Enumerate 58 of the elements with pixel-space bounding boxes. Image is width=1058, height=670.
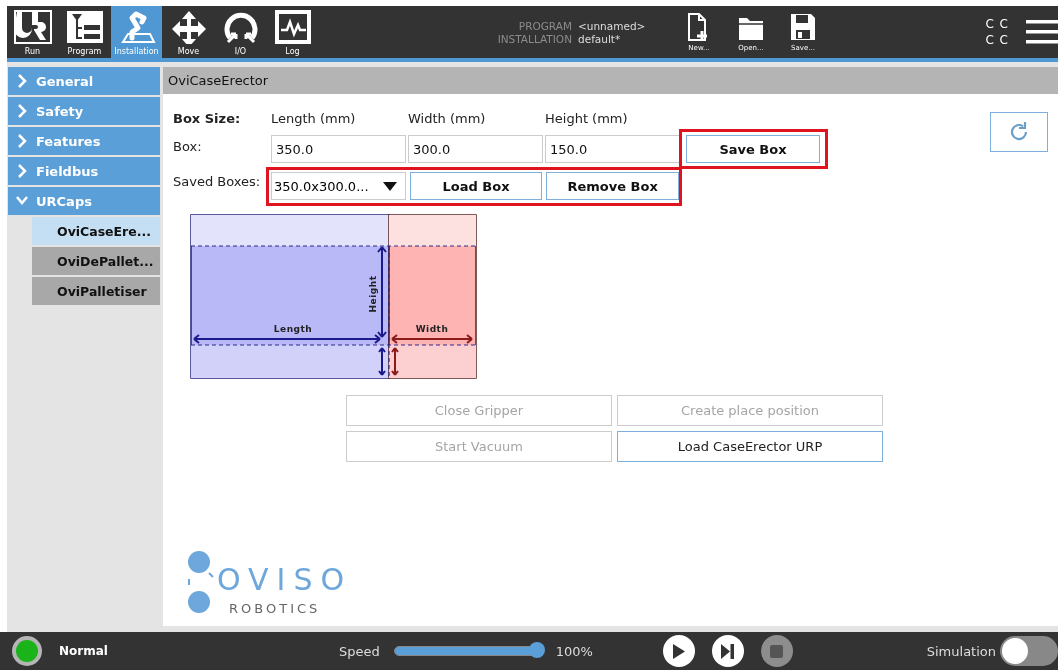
program-label: PROGRAM (517, 19, 572, 32)
panel-title: OviCaseErector (163, 67, 1058, 94)
width-label: Width (415, 324, 449, 334)
step-forward-icon (721, 643, 735, 659)
input-field[interactable]: 150.0 (545, 135, 680, 163)
status-glyph: C C (985, 34, 1008, 46)
ur-logo-icon (13, 10, 52, 44)
sidebar-subitem[interactable]: OviCaseEre... (32, 217, 160, 245)
logo-wordmark: OVISO (217, 565, 353, 595)
status-glyph: C C (985, 18, 1008, 30)
form-label: Saved Boxes: (173, 173, 262, 191)
length-label: Length (273, 324, 313, 334)
toolbar-tab[interactable]: Move (163, 6, 214, 58)
toolbar-tab[interactable]: I/O (215, 6, 266, 58)
simulation-label: Simulation (926, 643, 996, 659)
toolbar-tab[interactable]: Log (267, 6, 318, 58)
circular-arrows-icon (221, 10, 260, 44)
stop-icon (770, 644, 784, 658)
input-field[interactable]: 300.0 (408, 135, 543, 163)
chevron-right-icon (16, 134, 28, 148)
installation-label: INSTALLATION (496, 32, 572, 45)
load-box-button[interactable]: Load Box (409, 172, 543, 200)
form-label: Box: (173, 139, 203, 156)
sidebar-subitem[interactable]: OviPalletiser (32, 277, 160, 305)
save-box-button[interactable]: Save Box (686, 135, 820, 163)
waveform-icon (273, 10, 312, 44)
remove-box-button[interactable]: Remove Box (546, 172, 679, 200)
program-tree-icon (65, 10, 104, 44)
speed-reading: 100% (555, 643, 593, 659)
installation-name: default* (578, 32, 621, 45)
form-label: Box Size: (173, 111, 242, 128)
status-text: Normal (59, 644, 109, 658)
menu-icon (1026, 19, 1058, 45)
chevron-right-icon (16, 104, 28, 118)
column-header: Length (mm) (271, 111, 357, 128)
logo-mark-icon (185, 551, 215, 613)
playback-button[interactable] (662, 635, 695, 667)
logo-tagline: ROBOTICS (229, 601, 322, 616)
column-header: Height (mm) (545, 111, 629, 128)
input-field[interactable]: 350.0 (271, 135, 406, 163)
speed-label: Speed (339, 643, 380, 659)
refresh-icon (1008, 121, 1030, 143)
action-button[interactable]: Load CaseErector URP (617, 431, 883, 462)
play-icon (672, 643, 685, 659)
height-label: Height (368, 275, 378, 313)
column-header: Width (mm) (408, 111, 487, 128)
toolbar-tab[interactable]: Run (7, 6, 58, 58)
chevron-right-icon (16, 164, 28, 178)
saved-boxes-dropdown[interactable]: 350.0x300.0... (271, 172, 406, 200)
program-name: <unnamed> (578, 19, 646, 32)
status-indicator (12, 636, 42, 666)
chevron-right-icon (16, 74, 28, 88)
dropdown-arrow-icon (382, 181, 397, 191)
toolbar-tab[interactable]: Program (59, 6, 110, 58)
simulation-toggle[interactable] (1000, 636, 1058, 666)
playback-button[interactable] (711, 635, 744, 667)
refresh-button[interactable] (990, 112, 1048, 152)
sidebar-subitem[interactable]: OviDePallet... (32, 247, 160, 275)
